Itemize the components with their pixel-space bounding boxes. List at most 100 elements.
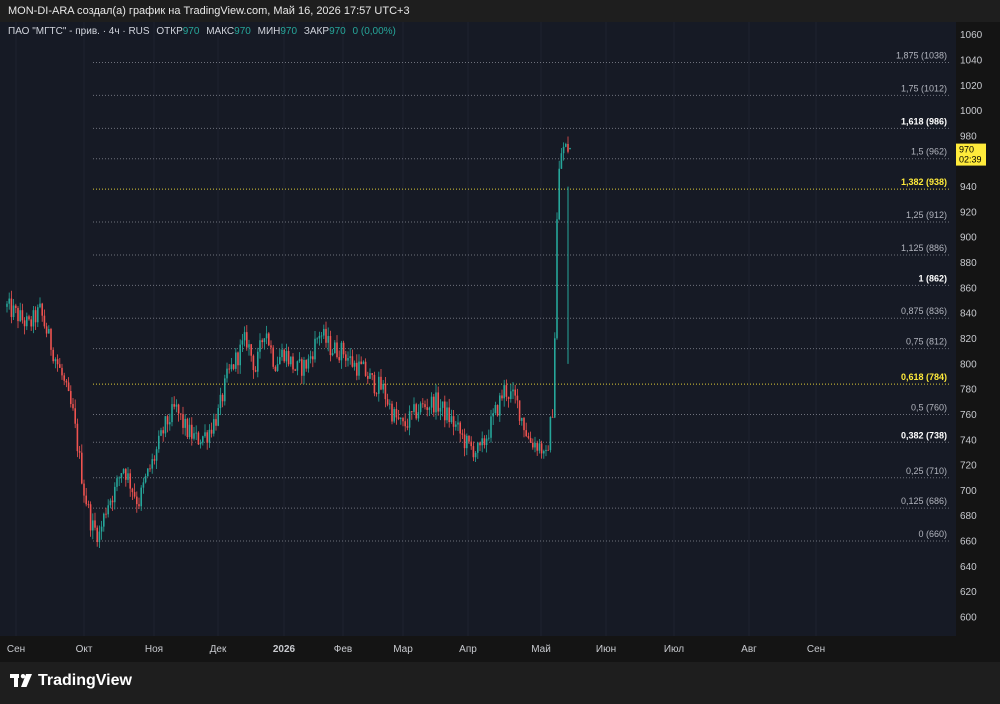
candle-body-214 [477, 442, 479, 453]
candle-body-198 [441, 401, 444, 408]
candle-body-185 [413, 404, 415, 412]
candle-body-217 [483, 438, 486, 446]
candle-body-174 [389, 403, 391, 405]
candle-body-74 [169, 422, 171, 425]
candle-body-228 [507, 396, 510, 399]
candle-body-207 [461, 433, 464, 435]
candle-body-56 [129, 473, 131, 489]
candle-body-28 [67, 382, 70, 392]
candle-body-151 [338, 357, 340, 361]
candle-body-230 [512, 389, 514, 392]
candle-body-54 [125, 469, 127, 480]
price-tag-countdown: 02:39 [959, 155, 982, 165]
candle-body-137 [307, 358, 310, 369]
candle-body-226 [503, 385, 505, 399]
candle-body-248 [551, 416, 554, 418]
candle-body-244 [543, 451, 545, 454]
fib-label-1: 1,75 (1012) [901, 83, 947, 93]
candle-body-25 [61, 367, 63, 376]
candle-body-87 [197, 432, 200, 445]
candle-body-104 [235, 352, 237, 369]
legend-close: 970 [329, 26, 346, 37]
candle-body-216 [481, 438, 483, 446]
candle-body-183 [408, 411, 411, 428]
candle-body-210 [468, 435, 470, 442]
candle-body-254 [565, 143, 567, 147]
candle-body-59 [136, 496, 138, 505]
candle-body-235 [523, 417, 525, 431]
candle-body-108 [243, 332, 246, 341]
candle-body-96 [217, 408, 219, 426]
candle-body-190 [424, 404, 426, 408]
candle-body-209 [466, 435, 468, 449]
candle-body-58 [133, 492, 136, 497]
candle-body-127 [285, 351, 288, 362]
candle-body-57 [131, 488, 134, 493]
candle-body-77 [175, 404, 178, 407]
brand-name: TradingView [38, 672, 132, 689]
candle-body-232 [516, 395, 519, 401]
candle-body-24 [59, 364, 61, 368]
fib-label-10: 0,618 (784) [901, 372, 947, 382]
candle-body-161 [360, 361, 362, 365]
x-label-6: Мар [393, 644, 413, 655]
candle-body-11 [30, 319, 32, 327]
candle-body-243 [540, 443, 543, 454]
candle-body-19 [48, 328, 50, 334]
candle-body-38 [89, 504, 92, 531]
candle-body-205 [457, 422, 459, 425]
candle-body-13 [34, 310, 37, 323]
candle-body-68 [155, 449, 158, 461]
candle-body-176 [393, 408, 395, 422]
candle-body-14 [37, 307, 39, 323]
fib-label-5: 1,25 (912) [906, 210, 947, 220]
candle-body-2 [10, 298, 13, 318]
y-axis-ticks: 600 620 640 660 680 700 720 740 760 780 800 820 840 8… [960, 30, 983, 623]
symbol-legend: ПАО "МГТС" - прив. · 4ч · RUS ОТКР970 МА… [8, 26, 396, 37]
candle-body-141 [316, 338, 318, 340]
candle-body-189 [422, 403, 424, 405]
candle-body-238 [529, 437, 532, 443]
candle-body-105 [237, 352, 239, 366]
candle-body-150 [336, 342, 338, 358]
candle-body-120 [270, 345, 272, 348]
candle-body-81 [184, 418, 186, 428]
candle-body-208 [463, 434, 466, 449]
candle-body-53 [122, 469, 125, 474]
candlestick-chart[interactable]: 1,875 (1038) 1,75 (1012) 1,618 (986) 1,5 (9… [0, 0, 1000, 662]
candle-body-167 [373, 374, 376, 394]
candle-body-182 [406, 426, 409, 428]
candle-body-219 [488, 437, 490, 439]
candle-body-109 [246, 332, 248, 348]
y-tick-1060: 1060 [960, 30, 983, 41]
candle-body-223 [496, 405, 499, 416]
candle-body-132 [296, 361, 299, 371]
candle-body-63 [144, 476, 147, 483]
candle-body-1 [8, 298, 10, 304]
candle-body-118 [265, 333, 268, 339]
candle-body-175 [391, 403, 393, 422]
y-tick-840: 840 [960, 309, 977, 320]
candle-body-204 [455, 424, 457, 427]
candle-body-172 [384, 383, 387, 400]
legend-high-label: МАКС [206, 26, 235, 37]
candle-body-152 [340, 342, 343, 361]
candle-body-18 [45, 326, 48, 334]
candle-body-65 [149, 468, 151, 470]
candle-body-91 [206, 432, 208, 443]
candle-body-233 [518, 400, 521, 421]
y-tick-860: 860 [960, 283, 977, 294]
vertical-gridlines [15, 22, 817, 636]
y-tick-800: 800 [960, 359, 977, 370]
candle-body-224 [499, 395, 501, 416]
candle-body-195 [435, 392, 437, 413]
legend-change: 0 (0,00%) [352, 26, 396, 37]
y-tick-940: 940 [960, 182, 977, 193]
candle-body-66 [151, 459, 153, 469]
tradingview-logo[interactable]: TradingView [10, 672, 132, 690]
candle-body-203 [452, 416, 455, 427]
y-tick-920: 920 [960, 207, 977, 218]
candle-body-139 [312, 356, 314, 360]
y-tick-1020: 1020 [960, 81, 983, 92]
candle-body-107 [241, 340, 244, 345]
